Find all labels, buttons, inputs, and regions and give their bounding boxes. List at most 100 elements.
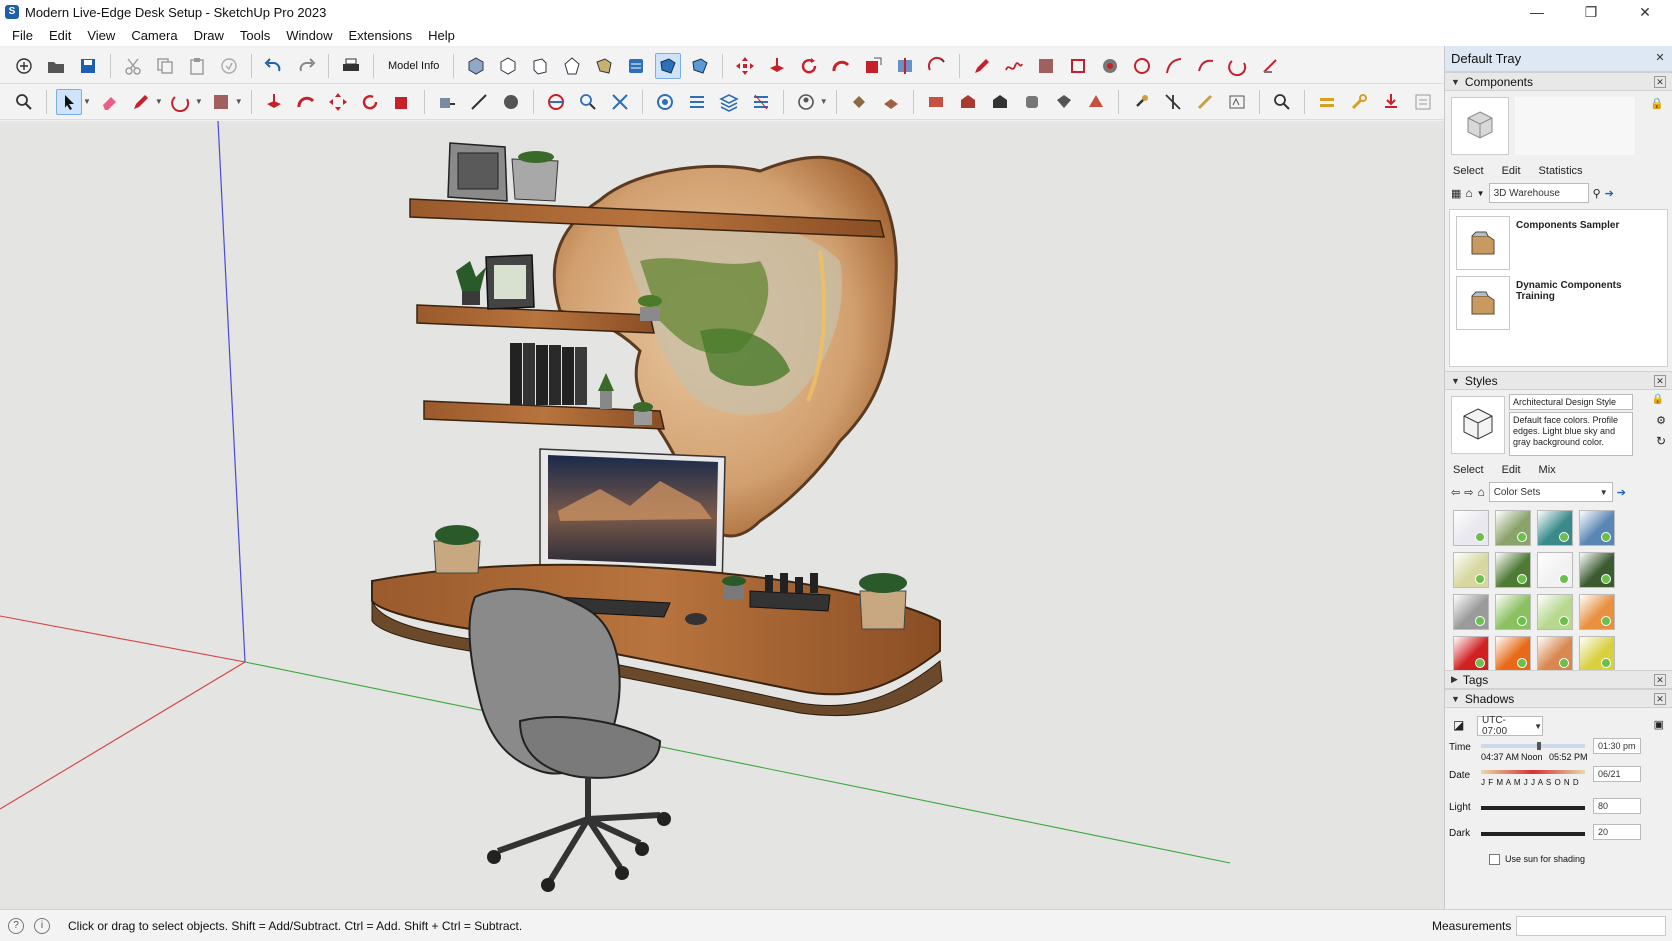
- style-swatch[interactable]: [1495, 510, 1531, 546]
- chevron-down-icon[interactable]: ▼: [235, 97, 243, 106]
- arc-button[interactable]: [1161, 53, 1187, 79]
- paint-bucket-button[interactable]: [846, 89, 872, 115]
- extension-warehouse-button[interactable]: [1314, 89, 1340, 115]
- move-tool-button[interactable]: [325, 89, 351, 115]
- time-slider-thumb[interactable]: [1537, 742, 1541, 750]
- close-icon[interactable]: ✕: [1654, 52, 1666, 65]
- new-file-button[interactable]: [11, 53, 37, 79]
- list-item[interactable]: Dynamic Components Training: [1456, 276, 1661, 330]
- rotated-rectangle-button[interactable]: [1065, 53, 1091, 79]
- menu-edit[interactable]: Edit: [41, 28, 79, 43]
- cut-button[interactable]: [120, 53, 146, 79]
- light-slider[interactable]: [1481, 806, 1585, 810]
- timezone-select[interactable]: UTC-07:00 ▼: [1477, 715, 1543, 737]
- look-around-button[interactable]: [1192, 89, 1218, 115]
- rectangle-button[interactable]: [1033, 53, 1059, 79]
- copy-button[interactable]: [152, 53, 178, 79]
- arc-tool-button[interactable]: [168, 89, 194, 115]
- solid-union-button[interactable]: [923, 89, 949, 115]
- home-icon[interactable]: ⌂: [1477, 485, 1484, 499]
- tab-components-select[interactable]: Select: [1453, 165, 1484, 177]
- view-front-button[interactable]: [527, 53, 553, 79]
- view-top-button[interactable]: [495, 53, 521, 79]
- components-panel-header[interactable]: ▼ Components ✕: [1445, 72, 1672, 91]
- close-icon[interactable]: ✕: [1654, 674, 1666, 686]
- menu-draw[interactable]: Draw: [186, 28, 232, 43]
- line-button[interactable]: [128, 89, 154, 115]
- tags-panel-header[interactable]: ▶ Tags ✕: [1445, 670, 1672, 689]
- modeling-viewport[interactable]: [0, 121, 1444, 909]
- walk-button[interactable]: [1160, 89, 1186, 115]
- section-fill-button[interactable]: [716, 89, 742, 115]
- search-icon[interactable]: ⚲: [1593, 187, 1601, 200]
- light-input[interactable]: 80: [1593, 798, 1641, 814]
- style-swatch[interactable]: [1537, 594, 1573, 630]
- model-info-button[interactable]: Model Info: [380, 60, 447, 72]
- paste-button[interactable]: [184, 53, 210, 79]
- view-iso-button[interactable]: [463, 53, 489, 79]
- menu-help[interactable]: Help: [420, 28, 463, 43]
- wrench-button[interactable]: [1346, 89, 1372, 115]
- style-swatch[interactable]: [1495, 636, 1531, 672]
- zoom-extents-button[interactable]: [607, 89, 633, 115]
- save-button[interactable]: [75, 53, 101, 79]
- protractor-button[interactable]: [924, 53, 950, 79]
- use-sun-checkbox[interactable]: [1489, 854, 1500, 865]
- geo-location-icon[interactable]: ?: [8, 917, 24, 934]
- outer-shell-button[interactable]: [1083, 89, 1109, 115]
- shadow-toggle-icon[interactable]: ◪: [1453, 718, 1464, 732]
- style-swatch[interactable]: [1453, 594, 1489, 630]
- rotate-button[interactable]: [796, 53, 822, 79]
- solid-trim-button[interactable]: [1019, 89, 1045, 115]
- lock-icon[interactable]: 🔒: [1652, 394, 1664, 405]
- back-icon[interactable]: ⇦: [1451, 486, 1460, 499]
- section-plane-button[interactable]: [652, 89, 678, 115]
- eraser-button[interactable]: [96, 89, 122, 115]
- style-swatch[interactable]: [1495, 594, 1531, 630]
- chevron-down-icon[interactable]: ▼: [195, 97, 203, 106]
- style-swatch[interactable]: [1453, 552, 1489, 588]
- style-swatch[interactable]: [1453, 636, 1489, 672]
- style-name-field[interactable]: Architectural Design Style: [1509, 394, 1633, 410]
- solid-split-button[interactable]: [1051, 89, 1077, 115]
- chevron-down-icon[interactable]: ▼: [1477, 189, 1485, 198]
- display-options-icon[interactable]: ▦: [1451, 187, 1461, 200]
- menu-extensions[interactable]: Extensions: [341, 28, 421, 43]
- orbit-button[interactable]: [543, 89, 569, 115]
- menu-view[interactable]: View: [79, 28, 123, 43]
- section-cuts-button[interactable]: [684, 89, 710, 115]
- erase-selection-button[interactable]: [216, 53, 242, 79]
- style-swatch[interactable]: [1537, 510, 1573, 546]
- offset-tool-button[interactable]: [293, 89, 319, 115]
- redo-button[interactable]: [293, 53, 319, 79]
- chevron-down-icon[interactable]: ▼: [155, 97, 163, 106]
- style-swatch[interactable]: [1453, 510, 1489, 546]
- menu-camera[interactable]: Camera: [123, 28, 185, 43]
- print-button[interactable]: [338, 53, 364, 79]
- minimize-button[interactable]: —: [1514, 0, 1560, 24]
- toggle-2d-3d-button[interactable]: [1410, 89, 1436, 115]
- menu-file[interactable]: File: [4, 28, 41, 43]
- zoom-window-button[interactable]: [11, 89, 37, 115]
- style-swatch[interactable]: [1537, 552, 1573, 588]
- view-right-button[interactable]: [559, 53, 585, 79]
- home-icon[interactable]: ⌂: [1465, 186, 1472, 200]
- shaded-textures-button[interactable]: [655, 52, 682, 79]
- measurements-input[interactable]: [1516, 916, 1666, 936]
- solid-subtract-button[interactable]: [955, 89, 981, 115]
- shadows-panel-header[interactable]: ▼ Shadows ✕: [1445, 689, 1672, 708]
- time-input[interactable]: 01:30 pm: [1593, 738, 1641, 754]
- lock-icon[interactable]: 🔒: [1650, 97, 1664, 110]
- pan-button[interactable]: [575, 89, 601, 115]
- info-icon[interactable]: i: [34, 917, 50, 934]
- forward-arrow-icon[interactable]: ➔: [1617, 486, 1626, 499]
- style-description-field[interactable]: Default face colors. Profile edges. Ligh…: [1509, 412, 1633, 456]
- forward-icon[interactable]: ⇨: [1464, 486, 1473, 499]
- close-icon[interactable]: ✕: [1654, 693, 1666, 705]
- view-back-button[interactable]: [591, 53, 617, 79]
- select-tool-button[interactable]: [56, 88, 82, 115]
- freehand-button[interactable]: [1001, 53, 1027, 79]
- account-button[interactable]: [793, 89, 819, 115]
- scale-tool-button[interactable]: [389, 89, 415, 115]
- dimension-button[interactable]: [466, 89, 492, 115]
